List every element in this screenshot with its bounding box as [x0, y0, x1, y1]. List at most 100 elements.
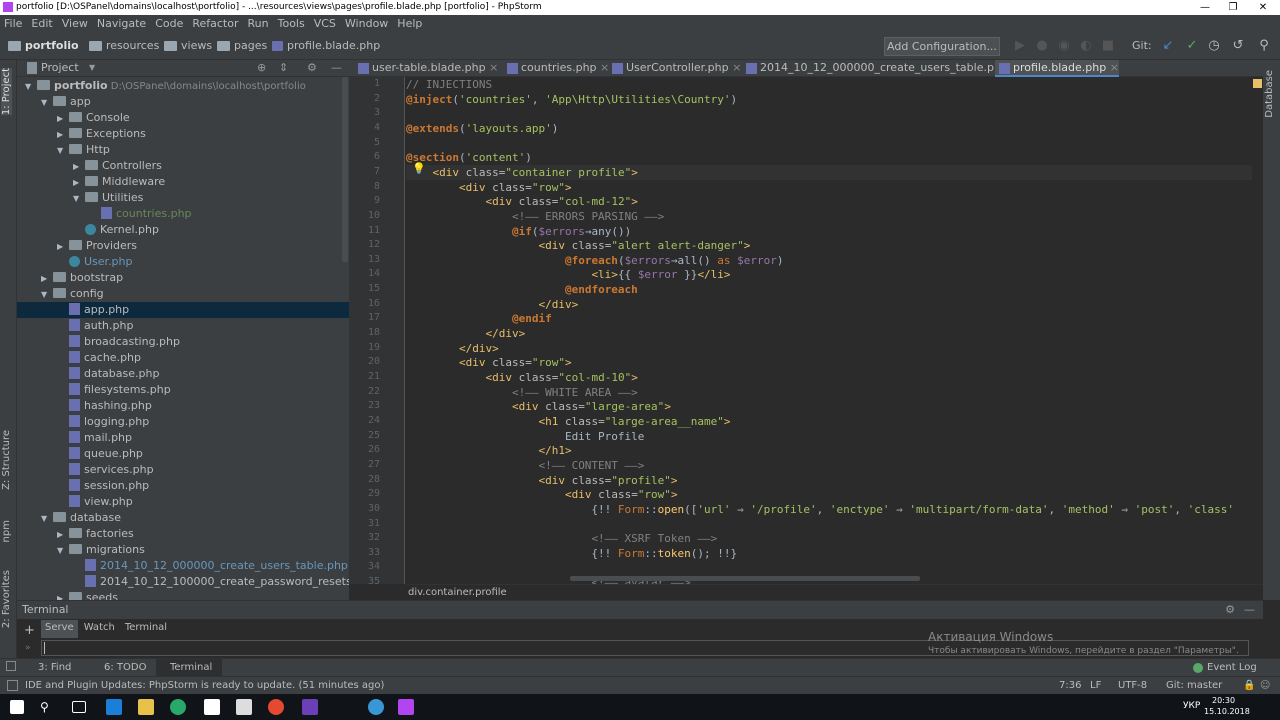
breadcrumb-portfolio[interactable]: portfolio [8, 39, 79, 52]
chevron-down-icon[interactable]: ▼ [57, 143, 69, 159]
tree-item[interactable]: ▶ Middleware [17, 174, 349, 190]
code-line[interactable]: {!! Form::open(['url' ⇒ '/profile', 'enc… [406, 502, 1252, 517]
minimize-button[interactable]: — [1190, 0, 1220, 15]
code-line[interactable]: </div> [406, 326, 1252, 341]
menu-refactor[interactable]: Refactor [192, 17, 238, 30]
tree-item[interactable]: ▼ Http [17, 142, 349, 158]
code-line[interactable]: <h1 class="large-area__name"> [406, 414, 1252, 429]
code-line[interactable]: {!! Form::token(); !!} [406, 546, 1252, 561]
tree-scrollbar[interactable] [342, 77, 348, 262]
menu-help[interactable]: Help [397, 17, 422, 30]
menu-navigate[interactable]: Navigate [97, 17, 146, 30]
chevron-right-icon[interactable]: ▶ [57, 111, 69, 127]
tree-item[interactable]: services.php [17, 462, 349, 478]
tree-item[interactable]: ▼ database [17, 510, 349, 526]
editor-tab[interactable]: UserController.php × [608, 60, 741, 77]
breadcrumb-pages[interactable]: pages [217, 39, 267, 52]
code-line[interactable]: @inject('countries', 'App\Http\Utilities… [406, 92, 1252, 107]
tree-item[interactable]: queue.php [17, 446, 349, 462]
tree-item[interactable]: logging.php [17, 414, 349, 430]
tree-item[interactable]: ▼ config [17, 286, 349, 302]
tree-item[interactable]: hashing.php [17, 398, 349, 414]
search-everywhere-icon[interactable]: ⚲ [1256, 38, 1272, 54]
chevron-right-icon[interactable]: ▶ [73, 175, 85, 191]
chevron-right-icon[interactable]: ▶ [57, 127, 69, 143]
explorer-icon[interactable] [138, 699, 154, 715]
close-tab-icon[interactable]: × [729, 61, 741, 74]
tree-item[interactable]: ▶ Controllers [17, 158, 349, 174]
debug-icon[interactable]: ● [1034, 38, 1050, 54]
chevron-right-icon[interactable]: ▶ [57, 527, 69, 543]
tree-item[interactable]: session.php [17, 478, 349, 494]
code-line[interactable]: <!—— CONTENT ——> [406, 458, 1252, 473]
code-line[interactable]: @endforeach [406, 282, 1252, 297]
code-line[interactable]: @section('content') [406, 150, 1252, 165]
code-line[interactable]: <div class="profile"> [406, 473, 1252, 488]
code-line[interactable]: @foreach($errors→all() as $error) [406, 253, 1252, 268]
windows-start-icon[interactable] [10, 700, 24, 714]
tree-item[interactable]: filesystems.php [17, 382, 349, 398]
hide-icon[interactable]: — [1244, 601, 1255, 619]
locate-icon[interactable]: ⊕ [257, 60, 266, 76]
tree-item[interactable]: view.php [17, 494, 349, 510]
code-line[interactable]: @extends('layouts.app') [406, 121, 1252, 136]
code-line[interactable]: @if($errors→any()) [406, 224, 1252, 239]
code-line[interactable] [406, 560, 1252, 575]
code-line[interactable]: Edit Profile [406, 429, 1252, 444]
add-configuration-button[interactable]: Add Configuration... [884, 37, 1000, 56]
git-branch[interactable]: Git: master [1166, 677, 1222, 694]
close-tab-icon[interactable]: × [486, 61, 498, 74]
find-tool-tab[interactable]: 3: Find [24, 659, 71, 677]
close-tab-icon[interactable]: × [1106, 61, 1119, 74]
menu-view[interactable]: View [62, 17, 88, 30]
task-view-icon[interactable] [72, 701, 86, 713]
clock-date[interactable]: 15.10.2018 [1204, 707, 1250, 716]
code-editor[interactable]: // INJECTIONS @inject('countries', 'App\H… [406, 77, 1252, 584]
tree-item[interactable]: countries.php [17, 206, 349, 222]
visual-studio-icon[interactable] [302, 699, 318, 715]
tree-item[interactable]: auth.php [17, 318, 349, 334]
tree-item[interactable]: 2014_10_12_000000_create_users_table.php [17, 558, 349, 574]
gear-icon[interactable]: ⚙ [307, 60, 317, 76]
code-line[interactable]: <div class="col-md-12"> [406, 194, 1252, 209]
tree-item[interactable]: ▼ Utilities [17, 190, 349, 206]
maximize-button[interactable]: ❐ [1218, 0, 1248, 15]
tree-item[interactable]: ▶ Console [17, 110, 349, 126]
menu-run[interactable]: Run [248, 17, 269, 30]
tree-item[interactable]: ▼ app [17, 94, 349, 110]
code-line[interactable]: <div class="row"> [406, 355, 1252, 370]
breadcrumb-file[interactable]: profile.blade.php [272, 39, 380, 52]
clock-time[interactable]: 20:30 [1212, 696, 1235, 705]
code-line[interactable] [406, 106, 1252, 121]
input-language[interactable]: УКР [1183, 701, 1200, 711]
code-line[interactable]: <li>{{ $error }}</li> [406, 267, 1252, 282]
event-log-tab[interactable]: Event Log [1207, 659, 1257, 677]
breadcrumb-views[interactable]: views [164, 39, 212, 52]
tree-item[interactable]: User.php [17, 254, 349, 270]
chevron-right-icon[interactable]: ▶ [57, 591, 69, 600]
chrome-icon[interactable] [268, 699, 284, 715]
database-tool-tab[interactable]: Database [1264, 70, 1275, 118]
editor-horizontal-scrollbar[interactable] [570, 576, 920, 581]
menu-tools[interactable]: Tools [278, 17, 305, 30]
collapse-icon[interactable]: ⇕ [279, 60, 288, 76]
app-s-icon[interactable] [170, 699, 186, 715]
code-line[interactable]: @endif [406, 311, 1252, 326]
tree-item[interactable]: cache.php [17, 350, 349, 366]
caret-position[interactable]: 7:36 [1059, 677, 1081, 694]
close-button[interactable]: ✕ [1248, 0, 1278, 15]
chevron-right-icon[interactable]: ▶ [57, 239, 69, 255]
search-icon[interactable]: ⚲ [40, 699, 56, 715]
code-line[interactable]: </div> [406, 341, 1252, 356]
lock-icon[interactable]: 🔒 [1243, 677, 1255, 694]
editor-tab[interactable]: user-table.blade.php × [354, 60, 498, 77]
code-line[interactable]: // INJECTIONS [406, 77, 1252, 92]
chevron-down-icon[interactable]: ▼ [41, 511, 53, 527]
code-line[interactable]: </div> [406, 297, 1252, 312]
git-update-icon[interactable]: ↙ [1160, 38, 1176, 54]
tree-item[interactable]: broadcasting.php [17, 334, 349, 350]
editor-tab[interactable]: 2014_10_12_000000_create_users_table.php… [742, 60, 1021, 77]
favorites-tool-tab[interactable]: 2: Favorites [1, 570, 12, 628]
tree-item[interactable]: Kernel.php [17, 222, 349, 238]
git-history-icon[interactable]: ◷ [1206, 38, 1222, 54]
